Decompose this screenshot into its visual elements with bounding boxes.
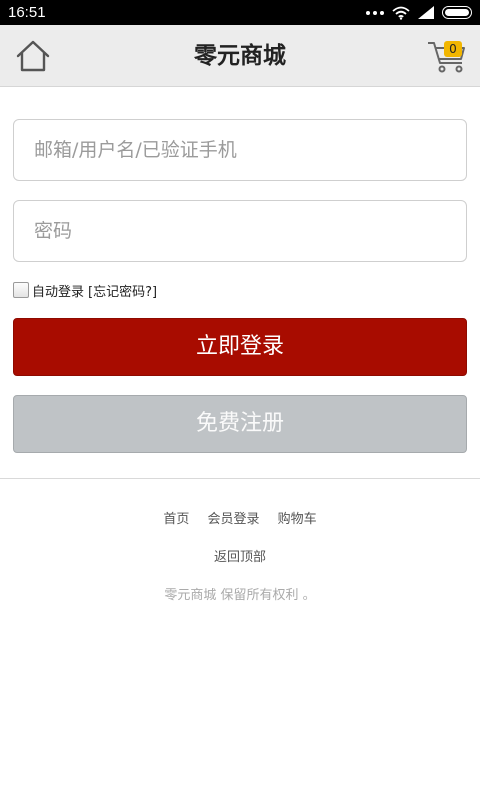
signal-icon <box>418 6 434 19</box>
forgot-password-link[interactable]: [忘记密码?] <box>88 281 157 300</box>
back-to-top-link[interactable]: 返回顶部 <box>0 546 480 565</box>
username-field-wrapper <box>13 119 467 181</box>
password-field-wrapper <box>13 200 467 262</box>
status-icons <box>366 6 472 20</box>
footer-link-member-login[interactable]: 会员登录 <box>207 512 259 527</box>
page-title: 零元商城 <box>194 43 286 69</box>
auto-login-checkbox[interactable] <box>13 282 29 298</box>
register-button[interactable]: 免费注册 <box>13 395 467 453</box>
status-time: 16:51 <box>8 4 46 21</box>
auto-login-label: 自动登录 <box>32 284 85 300</box>
battery-icon <box>442 6 472 19</box>
footer-links: 首页 会员登录 购物车 <box>0 508 480 527</box>
status-bar: 16:51 <box>0 0 480 25</box>
remember-row: 自动登录 [忘记密码?] <box>13 280 157 300</box>
login-button[interactable]: 立即登录 <box>13 318 467 376</box>
password-input[interactable] <box>14 201 466 261</box>
divider <box>0 478 480 479</box>
cart-count-badge: 0 <box>444 41 462 57</box>
footer-link-cart[interactable]: 购物车 <box>278 512 317 527</box>
header: 零元商城 0 <box>0 25 480 87</box>
footer-link-home[interactable]: 首页 <box>163 512 189 527</box>
copyright-text: 零元商城 保留所有权利 。 <box>164 588 316 603</box>
wifi-icon <box>392 6 410 20</box>
more-dots-icon <box>366 10 384 15</box>
cart-button[interactable]: 0 <box>426 35 470 75</box>
username-input[interactable] <box>14 120 466 180</box>
